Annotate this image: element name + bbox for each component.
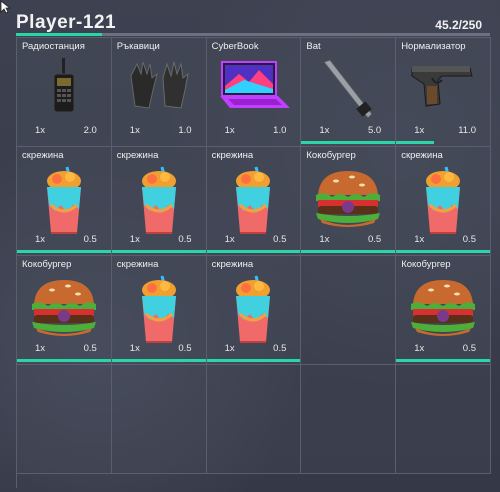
weight-bar [16, 33, 490, 36]
item-durability-bar [301, 141, 396, 144]
burger-icon [28, 274, 100, 345]
item-name: скрежина [22, 150, 64, 161]
inventory-slot[interactable]: скрежина 1x 0.5 [111, 256, 207, 365]
inventory-header: Player-121 45.2/250 [14, 12, 490, 34]
item-name: скрежина [116, 150, 159, 161]
mouse-cursor-icon [0, 0, 12, 14]
item-name: Радиостанция [22, 41, 85, 52]
item-durability-bar [111, 250, 206, 253]
item-durability-bar [111, 359, 206, 362]
item-weight: 0.5 [273, 343, 287, 354]
item-quantity: 1x [129, 234, 140, 245]
item-name: Bat [306, 41, 321, 52]
item-weight: 5.0 [367, 125, 382, 136]
item-weight: 1.0 [273, 125, 287, 136]
item-quantity: 1x [224, 343, 235, 354]
item-weight: 0.5 [83, 343, 97, 354]
inventory-slot[interactable]: Bat 1x 5.0 [301, 38, 397, 147]
inventory-slot-empty[interactable] [301, 256, 397, 365]
inventory-slot-empty[interactable] [396, 365, 491, 474]
inventory-grid: Радиостанция 1x 2.0 Ръкавици 1x 1.0 CyberBoo… [16, 37, 491, 488]
item-weight: 0.5 [462, 343, 476, 354]
item-quantity: 1x [224, 234, 235, 245]
inventory-slot[interactable]: скрежина 1x 0.5 [111, 147, 207, 256]
inventory-slot-empty[interactable] [111, 365, 207, 474]
weight-bar-fill [16, 33, 102, 36]
item-quantity: 1x [414, 125, 425, 136]
item-name: Нормализатор [401, 41, 466, 52]
item-name: Ръкавици [116, 41, 160, 52]
item-quantity: 1x [35, 234, 46, 245]
item-durability-bar [206, 250, 301, 253]
item-name: скрежина [211, 150, 254, 161]
item-name: Кокобургер [22, 259, 72, 270]
weight-counter: 45.2/250 [435, 18, 482, 32]
item-weight: 0.5 [178, 343, 192, 354]
item-name: скрежина [116, 259, 159, 270]
gloves-icon [125, 56, 193, 119]
player-name: Player-121 [16, 12, 117, 33]
radio-icon [44, 56, 84, 123]
inventory-slot[interactable]: CyberBook 1x 1.0 [206, 38, 302, 147]
inventory-slot[interactable]: скрежина 1x 0.5 [396, 147, 491, 256]
drink-icon [416, 165, 470, 242]
item-quantity: 1x [414, 234, 425, 245]
item-quantity: 1x [129, 125, 140, 136]
item-name: Кокобургер [306, 150, 356, 161]
item-quantity: 1x [35, 125, 46, 136]
item-weight: 0.5 [83, 234, 97, 245]
item-durability-bar [17, 359, 111, 362]
drink-icon [226, 274, 280, 351]
item-quantity: 1x [319, 125, 330, 136]
item-durability-bar [396, 141, 434, 144]
item-weight: 1.0 [178, 125, 192, 136]
item-quantity: 1x [129, 343, 140, 354]
item-durability-bar [396, 359, 490, 362]
item-weight: 0.5 [367, 234, 382, 245]
pistol-icon [408, 56, 478, 117]
inventory-slot[interactable]: Кокобургер 1x 0.5 [396, 256, 491, 365]
bat-icon [318, 56, 378, 127]
item-quantity: 1x [319, 234, 330, 245]
inventory-slot[interactable]: Кокобургер 1x 0.5 [17, 256, 112, 365]
inventory-slot-empty[interactable] [206, 365, 302, 474]
item-weight: 11.0 [458, 125, 476, 136]
inventory-slot-empty[interactable] [301, 365, 397, 474]
item-quantity: 1x [35, 343, 46, 354]
inventory-slot[interactable]: Ръкавици 1x 1.0 [111, 38, 207, 147]
inventory-slot[interactable]: Кокобургер 1x 0.5 [301, 147, 397, 256]
inventory-slot[interactable]: скрежина 1x 0.5 [206, 256, 302, 365]
item-durability-bar [396, 250, 490, 253]
item-weight: 0.5 [178, 234, 192, 245]
drink-icon [226, 165, 280, 242]
item-quantity: 1x [224, 125, 235, 136]
drink-icon [132, 165, 186, 242]
item-name: скрежина [211, 259, 254, 270]
inventory-slot[interactable]: Нормализатор 1x 11.0 [396, 38, 491, 147]
item-durability-bar [17, 250, 111, 253]
inventory-slot[interactable]: скрежина 1x 0.5 [206, 147, 302, 256]
burger-icon [312, 165, 384, 236]
item-weight: 0.5 [273, 234, 287, 245]
inventory-slot[interactable]: Радиостанция 1x 2.0 [17, 38, 112, 147]
drink-icon [37, 165, 91, 242]
laptop-icon [214, 56, 292, 119]
item-weight: 0.5 [462, 234, 476, 245]
item-name: CyberBook [211, 41, 259, 52]
item-durability-bar [301, 250, 396, 253]
item-weight: 2.0 [83, 125, 97, 136]
inventory-slot[interactable]: скрежина 1x 0.5 [17, 147, 112, 256]
drink-icon [132, 274, 186, 351]
item-quantity: 1x [414, 343, 425, 354]
item-name: скрежина [401, 150, 443, 161]
inventory-slot-empty[interactable] [17, 365, 112, 474]
burger-icon [407, 274, 479, 345]
item-name: Кокобургер [401, 259, 451, 270]
item-durability-bar [206, 359, 301, 362]
